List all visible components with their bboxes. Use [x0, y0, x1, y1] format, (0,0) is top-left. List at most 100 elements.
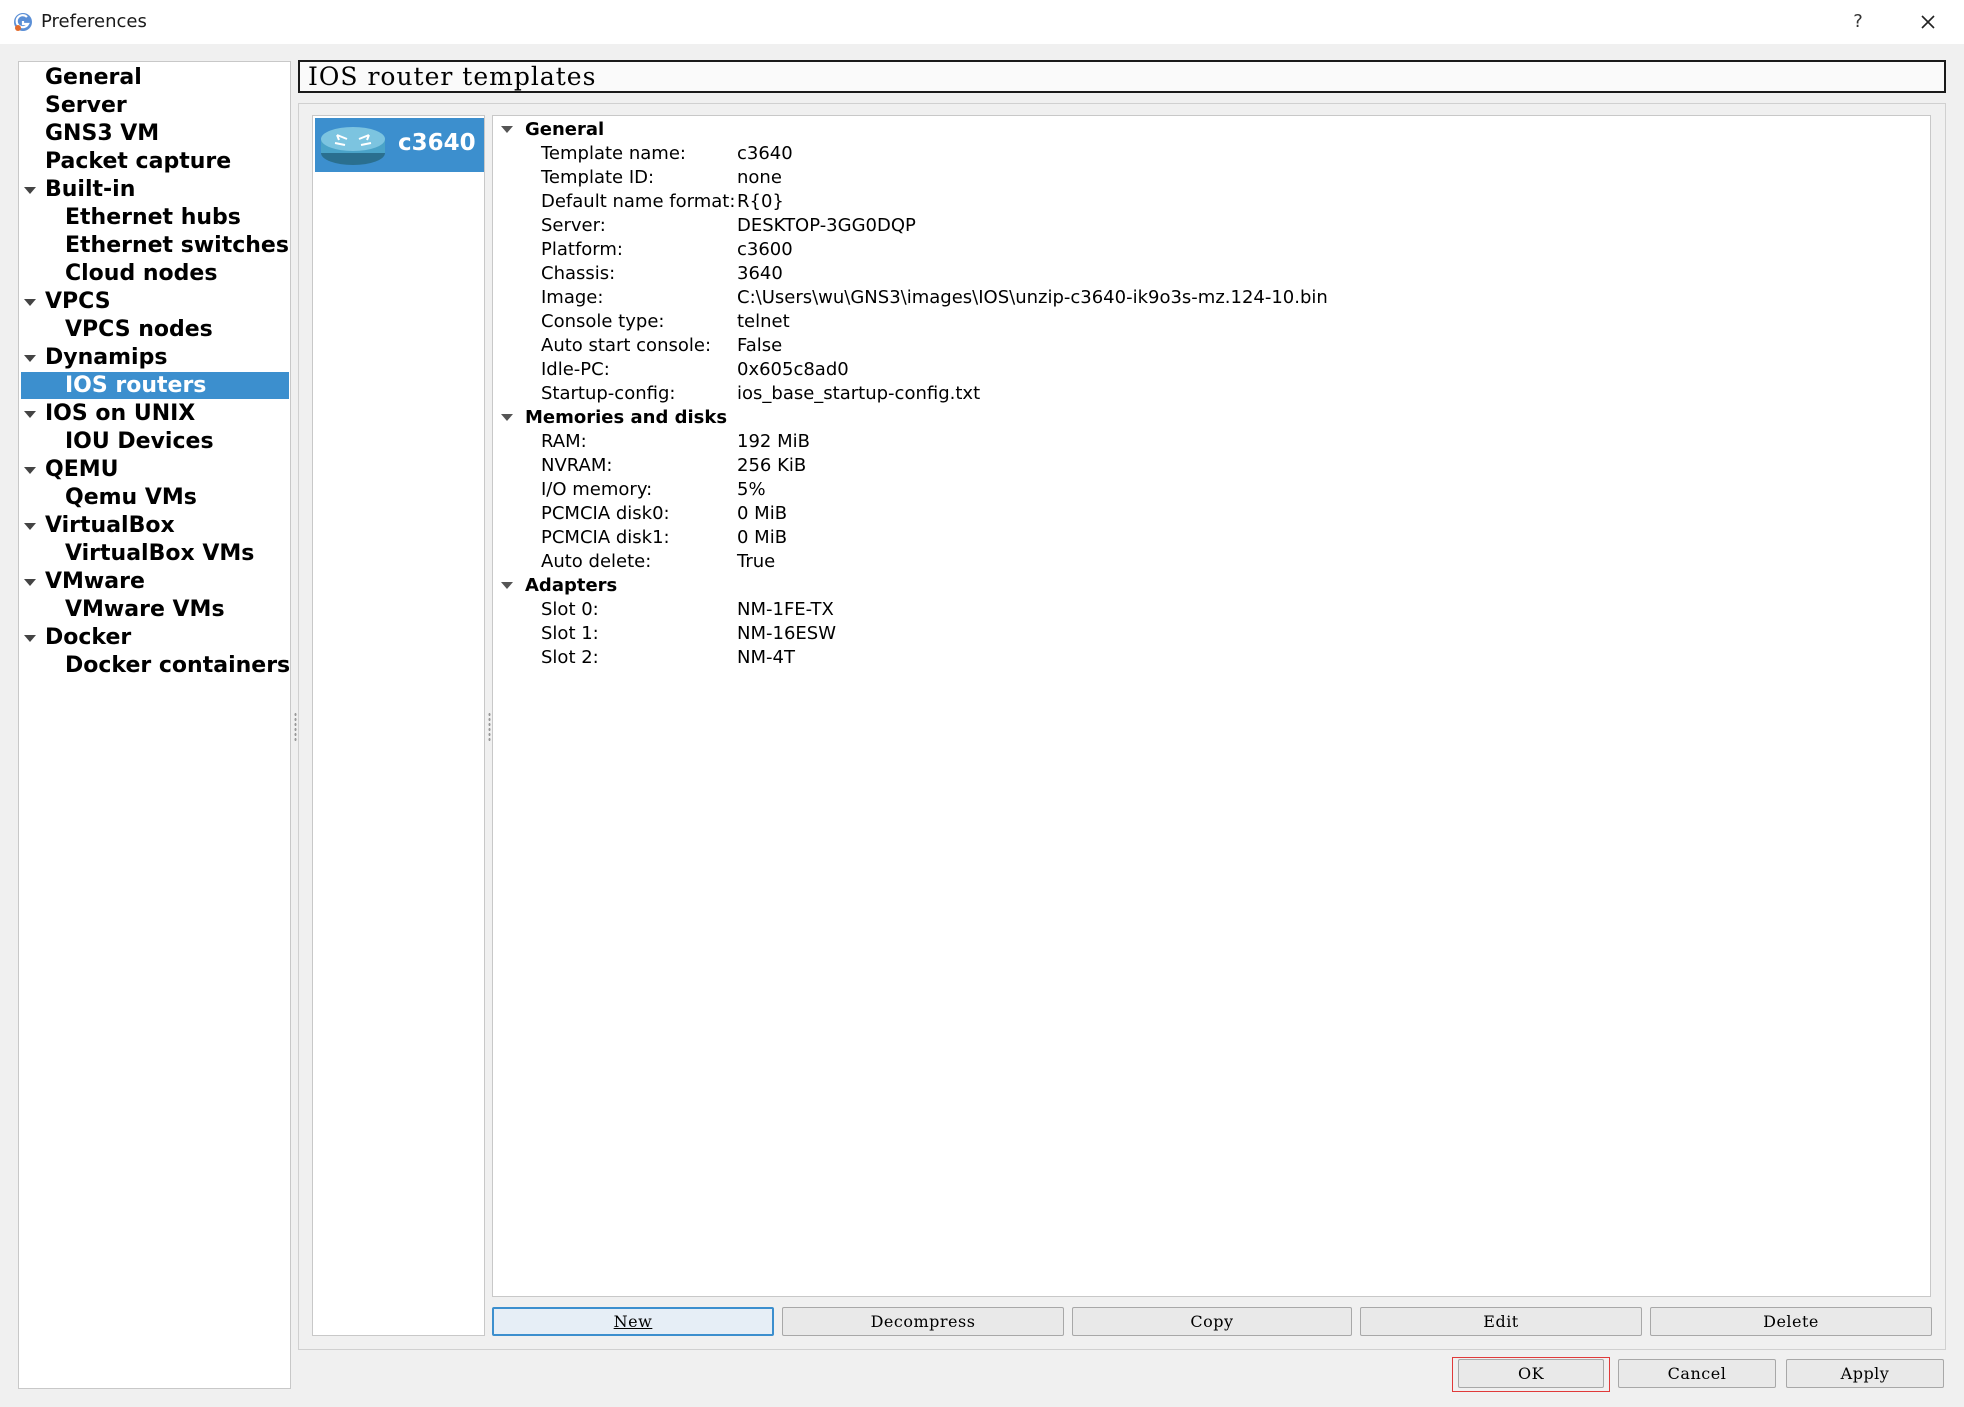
property-key: PCMCIA disk1:	[541, 527, 670, 548]
nav-item-label: Server	[45, 93, 127, 118]
property-key: Chassis:	[541, 263, 616, 284]
nav-item-cloud-nodes[interactable]: Cloud nodes	[65, 260, 217, 287]
nav-item-docker[interactable]: Docker	[45, 624, 131, 651]
nav-item-label: Docker containers	[65, 653, 291, 678]
nav-item-ios-routers[interactable]: IOS routers	[21, 372, 289, 399]
nav-item-label: General	[45, 65, 142, 90]
property-key: Template ID:	[541, 167, 655, 188]
property-key: Server:	[541, 215, 606, 236]
property-key: Slot 2:	[541, 647, 599, 668]
nav-item-ios-on-unix[interactable]: IOS on UNIX	[45, 400, 195, 427]
expand-arrow-icon[interactable]	[24, 355, 36, 362]
apply-label: Apply	[1840, 1364, 1890, 1383]
property-key: NVRAM:	[541, 455, 613, 476]
cancel-button[interactable]: Cancel	[1618, 1359, 1776, 1388]
property-key: Platform:	[541, 239, 623, 260]
page-title: IOS router templates	[298, 60, 1946, 93]
collapse-arrow-icon[interactable]	[501, 582, 513, 589]
property-key: Startup-config:	[541, 383, 676, 404]
nav-item-label: IOU Devices	[65, 429, 214, 454]
nav-item-label: Docker	[45, 625, 132, 650]
property-key: PCMCIA disk0:	[541, 503, 670, 524]
window-title: Preferences	[41, 11, 147, 32]
new-button[interactable]: New	[492, 1307, 774, 1336]
section-label: Memories and disks	[525, 407, 728, 428]
property-value: none	[737, 167, 782, 188]
nav-item-docker-containers[interactable]: Docker containers	[65, 652, 290, 679]
expand-arrow-icon[interactable]	[24, 635, 36, 642]
nav-item-vmware[interactable]: VMware	[45, 568, 145, 595]
expand-arrow-icon[interactable]	[24, 467, 36, 474]
apply-button[interactable]: Apply	[1786, 1359, 1944, 1388]
nav-item-label: VMware VMs	[65, 597, 225, 622]
expand-arrow-icon[interactable]	[24, 579, 36, 586]
nav-item-vpcs[interactable]: VPCS	[45, 288, 111, 315]
property-value: c3640	[737, 143, 793, 164]
property-key: Console type:	[541, 311, 665, 332]
property-value: ios_base_startup-config.txt	[737, 383, 981, 404]
property-key: Template name:	[541, 143, 686, 164]
nav-item-ethernet-switches[interactable]: Ethernet switches	[65, 232, 289, 259]
property-value: NM-16ESW	[737, 623, 836, 644]
collapse-arrow-icon[interactable]	[501, 126, 513, 133]
nav-item-virtualbox[interactable]: VirtualBox	[45, 512, 175, 539]
nav-item-label: VPCS nodes	[65, 317, 213, 342]
nav-item-ethernet-hubs[interactable]: Ethernet hubs	[65, 204, 241, 231]
delete-button[interactable]: Delete	[1650, 1307, 1932, 1336]
property-value: DESKTOP-3GG0DQP	[737, 215, 916, 236]
nav-item-qemu-vms[interactable]: Qemu VMs	[65, 484, 197, 511]
delete-label: Delete	[1763, 1312, 1819, 1331]
nav-item-general[interactable]: General	[45, 64, 142, 91]
nav-item-label: Dynamips	[45, 345, 168, 370]
nav-item-built-in[interactable]: Built-in	[45, 176, 135, 203]
property-key: Auto delete:	[541, 551, 652, 572]
property-key: Default name format:	[541, 191, 736, 212]
nav-item-qemu[interactable]: QEMU	[45, 456, 119, 483]
ok-label: OK	[1517, 1364, 1545, 1383]
edit-button[interactable]: Edit	[1360, 1307, 1642, 1336]
property-value: False	[737, 335, 783, 356]
copy-button[interactable]: Copy	[1072, 1307, 1352, 1336]
expand-arrow-icon[interactable]	[24, 299, 36, 306]
close-button[interactable]	[1908, 6, 1948, 38]
property-value: c3600	[737, 239, 793, 260]
close-icon	[1921, 15, 1935, 29]
nav-item-label: Cloud nodes	[65, 261, 218, 286]
expand-arrow-icon[interactable]	[24, 411, 36, 418]
property-value: R{0}	[737, 191, 784, 212]
property-key: Auto start console:	[541, 335, 712, 356]
new-label: New	[613, 1312, 653, 1331]
collapse-arrow-icon[interactable]	[501, 414, 513, 421]
expand-arrow-icon[interactable]	[24, 187, 36, 194]
nav-item-iou-devices[interactable]: IOU Devices	[65, 428, 214, 455]
nav-item-vmware-vms[interactable]: VMware VMs	[65, 596, 225, 623]
nav-item-virtualbox-vms[interactable]: VirtualBox VMs	[65, 540, 254, 567]
preferences-nav-tree: General Server GNS3 VM Packet capture Built-…	[18, 61, 291, 1389]
nav-item-label: VirtualBox VMs	[65, 541, 255, 566]
expand-arrow-icon[interactable]	[24, 523, 36, 530]
ok-button[interactable]: OK	[1458, 1359, 1604, 1388]
splitter-handle[interactable]	[294, 712, 297, 742]
help-button[interactable]: ?	[1840, 8, 1876, 36]
nav-item-gns3-vm[interactable]: GNS3 VM	[45, 120, 159, 147]
nav-item-packet-capture[interactable]: Packet capture	[45, 148, 231, 175]
nav-item-server[interactable]: Server	[45, 92, 127, 119]
nav-item-label: IOS on UNIX	[45, 401, 196, 426]
property-value: 256 KiB	[737, 455, 807, 476]
property-key: Image:	[541, 287, 604, 308]
gns3-icon	[14, 13, 32, 31]
property-key: Slot 0:	[541, 599, 599, 620]
property-value: 0 MiB	[737, 503, 788, 524]
splitter-handle[interactable]	[488, 712, 491, 742]
property-value: telnet	[737, 311, 790, 332]
property-key: Idle-PC:	[541, 359, 610, 380]
edit-label: Edit	[1483, 1312, 1519, 1331]
nav-item-dynamips[interactable]: Dynamips	[45, 344, 167, 371]
decompress-button[interactable]: Decompress	[782, 1307, 1064, 1336]
property-value: True	[737, 551, 776, 572]
template-item-c3640[interactable]: c3640	[315, 118, 484, 172]
nav-item-vpcs-nodes[interactable]: VPCS nodes	[65, 316, 213, 343]
title-bar: Preferences ?	[0, 0, 1964, 44]
router-icon	[321, 127, 385, 165]
decompress-label: Decompress	[870, 1312, 976, 1331]
